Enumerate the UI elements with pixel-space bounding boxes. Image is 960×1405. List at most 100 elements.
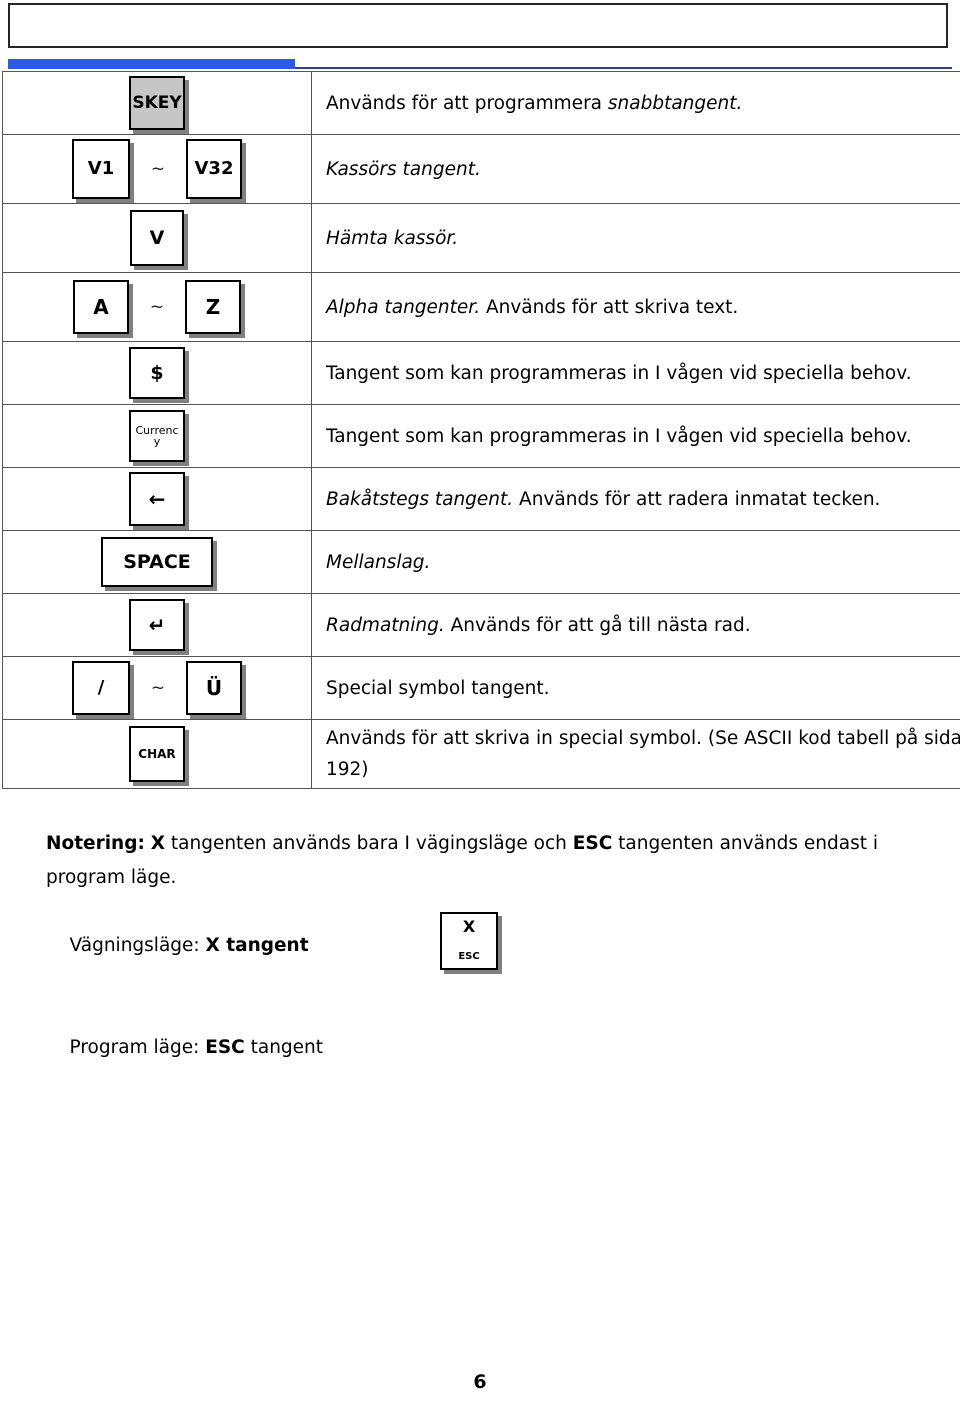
key-cap-group: A ~ Z — [3, 273, 311, 341]
description-cell: Kassörs tangent. — [311, 134, 960, 204]
key-cap-group: SKEY — [3, 72, 311, 134]
description-text: Special symbol tangent. — [326, 673, 960, 704]
key-label: A — [93, 295, 109, 319]
key-label-line: y — [153, 435, 161, 448]
key-label: V32 — [194, 158, 234, 179]
note-line3-prefix: Program läge: — [69, 1037, 206, 1058]
description-text: Radmatning. Används för att gå till näst… — [326, 610, 960, 641]
key-cap-group: / ~ Ü — [3, 657, 311, 719]
char-key[interactable]: CHAR — [129, 726, 185, 782]
v1-key[interactable]: V1 — [72, 139, 130, 199]
key-cell: ← — [2, 467, 312, 531]
description-plain: Special symbol tangent. — [326, 677, 550, 699]
description-cell: Alpha tangenter. Används för att skriva … — [311, 272, 960, 342]
table-row: ← Bakåtstegs tangent. Används för att rad… — [2, 467, 960, 531]
description-cell: Bakåtstegs tangent. Används för att rade… — [311, 467, 960, 531]
table-row: ↵ Radmatning. Används för att gå till näs… — [2, 593, 960, 657]
enter-key[interactable]: ↵ — [129, 599, 185, 651]
key-cap-group: SPACE — [3, 531, 311, 593]
description-plain: Används för att programmera — [326, 92, 608, 114]
a-key[interactable]: A — [73, 280, 129, 334]
key-label: $ — [150, 361, 164, 384]
key-cell: SPACE — [2, 530, 312, 594]
key-cap-group: ← — [3, 468, 311, 530]
key-cell: SKEY — [2, 71, 312, 135]
description-emphasis: Kassörs tangent. — [326, 158, 481, 180]
table-row: CHAR Används för att skriva in special sy… — [2, 719, 960, 789]
key-label: CHAR — [138, 747, 176, 761]
range-tilde: ~ — [149, 297, 165, 317]
key-description-table: SKEY Används för att programmera snabbtan… — [2, 71, 960, 789]
currency-key[interactable]: Currenc y — [129, 410, 185, 462]
description-emphasis: Radmatning. — [326, 614, 445, 636]
key-cell: / ~ Ü — [2, 656, 312, 720]
description-emphasis: Bakåtstegs tangent. — [326, 488, 514, 510]
note-paragraph: Notering: X tangenten används bara I väg… — [46, 827, 946, 895]
uumlaut-key[interactable]: Ü — [186, 661, 242, 715]
key-label: V1 — [87, 158, 115, 179]
dollar-key[interactable]: $ — [129, 347, 185, 399]
key-cap-group: V — [3, 204, 311, 272]
note-line-program-mode: Program läge: ESC tangent — [46, 997, 946, 1099]
description-emphasis: snabbtangent. — [607, 92, 743, 114]
description-plain: Används för att radera inmatat tecken. — [513, 488, 881, 510]
page-number: 6 — [473, 1371, 487, 1393]
key-label: / — [97, 677, 105, 698]
description-cell: Används för att skriva in special symbol… — [311, 719, 960, 789]
description-text: Hämta kassör. — [326, 223, 960, 254]
description-emphasis: Mellanslag. — [326, 551, 431, 573]
key-cell: CHAR — [2, 719, 312, 789]
description-cell: Tangent som kan programmeras in I vågen … — [311, 404, 960, 468]
key-cell: $ — [2, 341, 312, 405]
key-label: Ü — [205, 676, 223, 700]
z-key[interactable]: Z — [185, 280, 241, 334]
x-esc-key[interactable]: X ESC — [440, 912, 498, 970]
key-label: SKEY — [132, 92, 182, 113]
key-label: ↵ — [148, 613, 166, 637]
key-cell: A ~ Z — [2, 272, 312, 342]
slash-key[interactable]: / — [72, 661, 130, 715]
description-text: Används för att skriva in special symbol… — [326, 723, 960, 785]
skey-key[interactable]: SKEY — [129, 76, 185, 130]
table-row: V Hämta kassör. — [2, 203, 960, 273]
description-emphasis: Hämta kassör. — [326, 227, 459, 249]
table-row: / ~ Ü Special symbol tangent. — [2, 656, 960, 720]
note-mid-1: tangenten används bara I vägingsläge och — [165, 833, 573, 854]
description-cell: Används för att programmera snabbtangent… — [311, 71, 960, 135]
key-label: ← — [148, 487, 166, 511]
description-plain: Används för att skriva in special symbol… — [326, 728, 960, 780]
description-text: Används för att programmera snabbtangent… — [326, 88, 960, 119]
key-cell: ↵ — [2, 593, 312, 657]
key-cap-group: V1 ~ V32 — [3, 135, 311, 203]
key-cell: Currenc y — [2, 404, 312, 468]
x-esc-main-label: X — [462, 917, 476, 936]
x-esc-key-holder: X ESC — [440, 912, 498, 970]
table-row: SPACE Mellanslag. — [2, 530, 960, 594]
description-text: Mellanslag. — [326, 547, 960, 578]
description-text: Bakåtstegs tangent. Används för att rade… — [326, 484, 960, 515]
blue-thick-bar — [8, 59, 295, 69]
key-label: Z — [205, 295, 221, 319]
key-label: SPACE — [123, 550, 191, 573]
description-text: Kassörs tangent. — [326, 154, 960, 185]
v32-key[interactable]: V32 — [186, 139, 242, 199]
note-esc-bold: ESC — [572, 833, 613, 854]
description-plain: Används för att gå till nästa rad. — [444, 614, 751, 636]
description-cell: Hämta kassör. — [311, 203, 960, 273]
description-text: Alpha tangenter. Används för att skriva … — [326, 292, 960, 323]
description-plain: Används för att skriva text. — [480, 296, 739, 318]
description-text: Tangent som kan programmeras in I vågen … — [326, 421, 960, 452]
key-cap-group: Currenc y — [3, 405, 311, 467]
space-key[interactable]: SPACE — [101, 537, 213, 587]
table-row: V1 ~ V32 Kassörs tangent. — [2, 134, 960, 204]
description-cell: Special symbol tangent. — [311, 656, 960, 720]
note-line3-suffix: tangent — [244, 1037, 324, 1058]
v-key[interactable]: V — [130, 210, 184, 266]
key-cell: V — [2, 203, 312, 273]
note-line2-bold: X tangent — [205, 935, 309, 956]
backspace-key[interactable]: ← — [129, 472, 185, 526]
header-empty-box — [8, 3, 948, 48]
range-tilde: ~ — [150, 159, 166, 179]
key-cell: V1 ~ V32 — [2, 134, 312, 204]
note-line2-prefix: Vägningsläge: — [69, 935, 206, 956]
